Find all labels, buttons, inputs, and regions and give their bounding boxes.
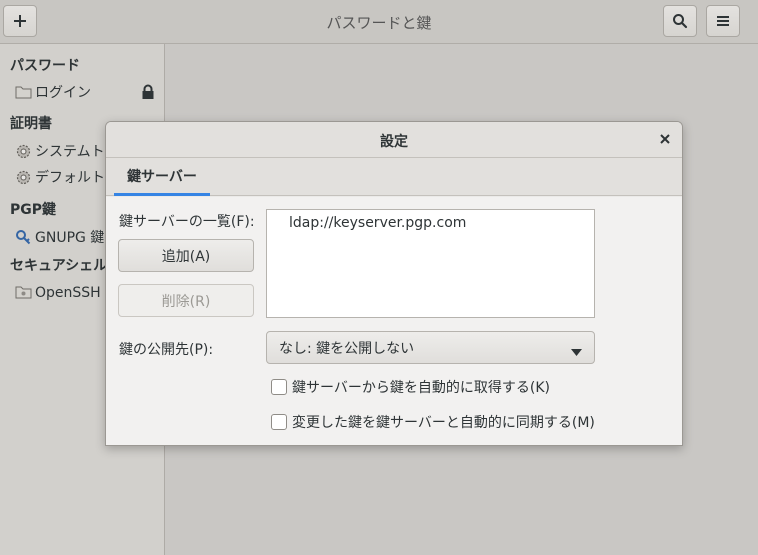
- window-title: パスワードと鍵: [326, 14, 432, 32]
- folder-icon: [14, 283, 32, 301]
- sidebar-item-label: GNUPG 鍵: [35, 230, 105, 246]
- add-keyserver-button[interactable]: 追加(A): [118, 239, 254, 272]
- auto-retrieve-checkbox[interactable]: [271, 379, 287, 395]
- search-button[interactable]: [663, 5, 697, 37]
- auto-retrieve-label: 鍵サーバーから鍵を自動的に取得する(K): [292, 380, 550, 396]
- gear-icon: [14, 142, 32, 160]
- preferences-dialog: 設定 鍵サーバー 鍵サーバーの一覧(F): 追加(A) 削除(R) ldap:/…: [105, 121, 683, 446]
- search-icon: [672, 13, 688, 29]
- sidebar-item-openssh[interactable]: OpenSSH 鍵: [14, 281, 119, 303]
- auto-retrieve-option[interactable]: 鍵サーバーから鍵を自動的に取得する(K): [271, 377, 550, 397]
- main-menu-button[interactable]: [706, 5, 740, 37]
- sidebar-item-label: デフォルト: [35, 170, 105, 186]
- list-item[interactable]: ldap://keyserver.pgp.com: [267, 210, 594, 231]
- dialog-close-button[interactable]: [655, 130, 675, 150]
- keyserver-list-label: 鍵サーバーの一覧(F):: [119, 214, 255, 230]
- sidebar-item-login[interactable]: ログイン: [14, 81, 91, 103]
- keyserver-list[interactable]: ldap://keyserver.pgp.com: [266, 209, 595, 318]
- dialog-title: 設定: [380, 134, 408, 150]
- gear-icon: [14, 168, 32, 186]
- key-icon: [14, 228, 32, 246]
- sidebar-heading-passwords: パスワード: [10, 58, 80, 74]
- auto-sync-label: 変更した鍵を鍵サーバーと自動的に同期する(M): [292, 415, 595, 431]
- close-icon: [660, 132, 670, 148]
- lock-icon: [141, 84, 155, 104]
- remove-keyserver-button[interactable]: 削除(R): [118, 284, 254, 317]
- sidebar-heading-ssh: セキュアシェル: [10, 258, 108, 274]
- publish-label: 鍵の公開先(P):: [119, 342, 214, 358]
- dialog-titlebar: 設定: [106, 122, 682, 158]
- sidebar-item-system-certs[interactable]: システムト: [14, 140, 105, 162]
- hamburger-menu-icon: [716, 14, 730, 28]
- publish-selected-value: なし: 鍵を公開しない: [279, 340, 415, 357]
- sidebar-item-gnupg[interactable]: GNUPG 鍵: [14, 226, 104, 248]
- sidebar-item-label: システムト: [35, 144, 105, 160]
- tab-bar: 鍵サーバー: [106, 158, 682, 196]
- header-bar: パスワードと鍵: [0, 0, 758, 44]
- tab-keyservers[interactable]: 鍵サーバー: [114, 158, 210, 196]
- keyserver-settings-panel: 鍵サーバーの一覧(F): 追加(A) 削除(R) ldap://keyserve…: [106, 197, 682, 445]
- sidebar-item-default-certs[interactable]: デフォルト: [14, 166, 105, 188]
- publish-keys-dropdown[interactable]: なし: 鍵を公開しない: [266, 331, 595, 364]
- sidebar-heading-certificates: 証明書: [10, 116, 52, 132]
- folder-icon: [14, 83, 32, 101]
- chevron-down-icon: [571, 344, 582, 360]
- auto-sync-checkbox[interactable]: [271, 414, 287, 430]
- sidebar-item-label: ログイン: [35, 85, 91, 101]
- auto-sync-option[interactable]: 変更した鍵を鍵サーバーと自動的に同期する(M): [271, 412, 595, 432]
- sidebar-heading-pgp: PGP鍵: [10, 202, 57, 218]
